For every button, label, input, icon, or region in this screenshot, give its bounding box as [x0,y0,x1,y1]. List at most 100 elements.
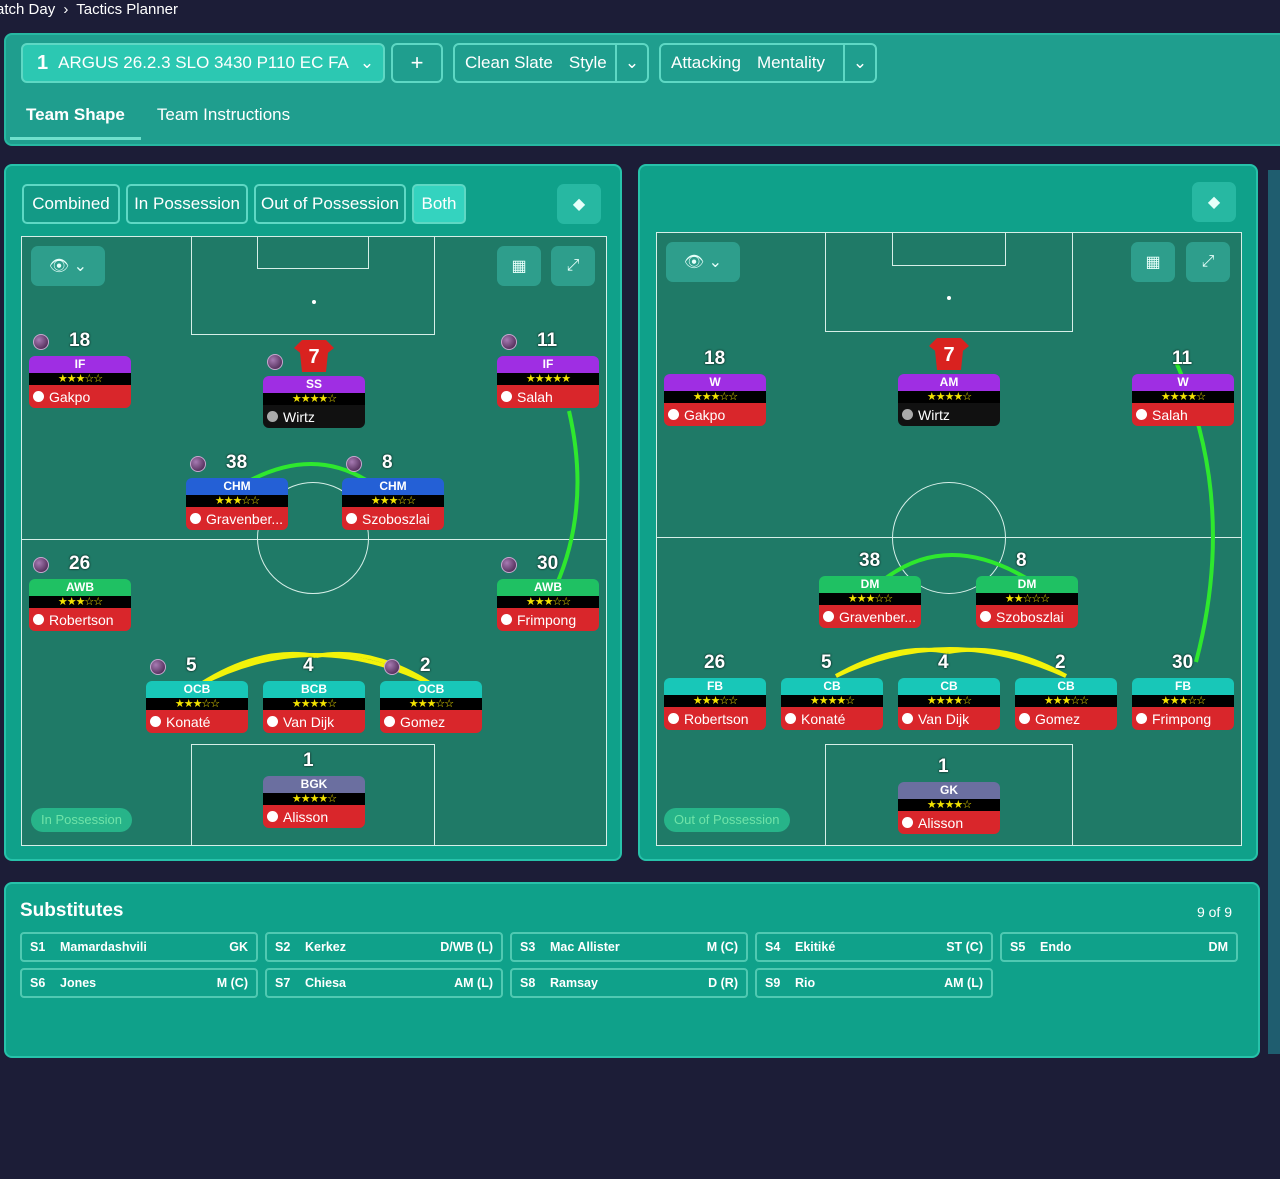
shirt-number: 38 [226,452,248,473]
player-card[interactable]: CB ★★★☆☆ Gomez [1015,678,1117,732]
player-card[interactable]: CHM ★★★☆☆ Gravenber... [186,478,288,532]
substitute-name: Chiesa [305,976,346,990]
player-card[interactable]: AWB ★★★☆☆ Frimpong [497,579,599,633]
ball-icon [33,334,49,350]
substitute-item[interactable]: S5 Endo DM [1000,932,1238,962]
tactic-header: 1 ARGUS 26.2.3 SLO 3430 P110 EC FA ⌄ + C… [4,33,1280,146]
tab-bar: Team Shape Team Instructions [10,93,306,140]
star-rating: ★★★☆☆ [29,596,131,608]
player-name-bar: Salah [497,385,599,408]
player-name: Salah [517,388,553,405]
person-icon [267,811,278,822]
view-in-possession-button[interactable]: In Possession [126,184,248,224]
breadcrumb-match-day[interactable]: atch Day [0,1,55,18]
player-name: Szoboszlai [996,608,1064,625]
add-tactic-button[interactable]: + [391,43,443,83]
substitute-position: M (C) [706,940,738,954]
player-name-bar: Alisson [898,811,1000,834]
mentality-select[interactable]: Attacking Mentality ⌄ [659,43,877,83]
role-label: FB [664,678,766,695]
substitute-item[interactable]: S4 Ekitiké ST (C) [755,932,993,962]
player-name: Konaté [166,713,211,730]
substitute-item[interactable]: S7 Chiesa AM (L) [265,968,503,998]
style-select[interactable]: Clean Slate Style ⌄ [453,43,649,83]
substitute-item[interactable]: S1 Mamardashvili GK [20,932,258,962]
player-card[interactable]: IF ★★★★★ Salah [497,356,599,410]
diamond-icon[interactable]: ◆ [557,184,601,224]
substitute-item[interactable]: S2 Kerkez D/WB (L) [265,932,503,962]
substitutes-count: 9 of 9 [1196,904,1232,920]
player-card[interactable]: W ★★★☆☆ Gakpo [664,374,766,428]
star-rating: ★★★☆☆ [186,495,288,507]
player-name-bar: Wirtz [898,403,1000,426]
player-card[interactable]: CB ★★★★☆ Konaté [781,678,883,732]
person-icon [1136,713,1147,724]
ball-icon [384,659,400,675]
player-card[interactable]: OCB ★★★☆☆ Gomez [380,681,482,735]
breadcrumb-tactics-planner[interactable]: Tactics Planner [76,1,178,18]
role-label: CB [781,678,883,695]
player-card[interactable]: DM ★★★☆☆ Gravenber... [819,576,921,630]
player-card[interactable]: BCB ★★★★☆ Van Dijk [263,681,365,735]
mentality-value: Attacking [671,53,741,72]
star-rating: ★★★★★ [497,373,599,385]
person-icon [785,713,796,724]
player-card[interactable]: OCB ★★★☆☆ Konaté [146,681,248,735]
player-card[interactable]: IF ★★★☆☆ Gakpo [29,356,131,410]
player-card[interactable]: SS ★★★★☆ Wirtz [263,376,365,430]
view-out-of-possession-button[interactable]: Out of Possession [254,184,406,224]
player-name-bar: Frimpong [497,608,599,631]
player-name: Gomez [400,713,446,730]
player-card[interactable]: AM ★★★★☆ Wirtz [898,374,1000,428]
out-of-possession-panel: ◆ 👁 ⌄ ▦ ⤢ 18 W ★★★☆☆ Gakpo 7 AM ★★★★☆ Wirtz 11 W ★… [638,164,1258,861]
substitute-item[interactable]: S9 Rio AM (L) [755,968,993,998]
tactic-select[interactable]: 1 ARGUS 26.2.3 SLO 3430 P110 EC FA ⌄ [21,43,385,83]
shirt-number: 1 [303,750,314,771]
shirt-number: 4 [303,655,314,676]
role-label: AWB [29,579,131,596]
shirt-number: 8 [382,452,393,473]
player-name-bar: Konaté [781,707,883,730]
substitute-item[interactable]: S3 Mac Allister M (C) [510,932,748,962]
star-rating: ★★★☆☆ [29,373,131,385]
view-combined-button[interactable]: Combined [22,184,120,224]
star-rating: ★★★★☆ [263,698,365,710]
style-value: Clean Slate [465,53,553,72]
shirt-number: 4 [938,652,949,673]
player-card[interactable]: FB ★★★☆☆ Frimpong [1132,678,1234,732]
player-card[interactable]: CHM ★★★☆☆ Szoboszlai [342,478,444,532]
role-label: CHM [186,478,288,495]
player-card[interactable]: GK ★★★★☆ Alisson [898,782,1000,836]
player-card[interactable]: W ★★★★☆ Salah [1132,374,1234,428]
role-label: BGK [263,776,365,793]
player-name-bar: Robertson [29,608,131,631]
substitute-name: Ekitiké [795,940,836,954]
view-both-button[interactable]: Both [412,184,466,224]
person-icon [384,716,395,727]
pitch-right: 👁 ⌄ ▦ ⤢ 18 W ★★★☆☆ Gakpo 7 AM ★★★★☆ Wirtz 11 W ★★★… [656,232,1242,846]
person-icon [190,513,201,524]
substitute-position: D (R) [708,976,738,990]
ball-icon [33,557,49,573]
tab-team-instructions[interactable]: Team Instructions [141,93,306,140]
shirt-number: 18 [69,330,91,351]
role-label: DM [976,576,1078,593]
player-card[interactable]: BGK ★★★★☆ Alisson [263,776,365,830]
role-label: FB [1132,678,1234,695]
substitute-item[interactable]: S8 Ramsay D (R) [510,968,748,998]
role-label: GK [898,782,1000,799]
shirt-number: 1 [938,756,949,777]
role-label: AWB [497,579,599,596]
diamond-icon[interactable]: ◆ [1192,182,1236,222]
player-name-bar: Gomez [380,710,482,733]
player-card[interactable]: CB ★★★★☆ Van Dijk [898,678,1000,732]
role-label: DM [819,576,921,593]
substitute-position: D/WB (L) [440,940,493,954]
tab-team-shape[interactable]: Team Shape [10,93,141,140]
player-card[interactable]: AWB ★★★☆☆ Robertson [29,579,131,633]
substitute-item[interactable]: S6 Jones M (C) [20,968,258,998]
player-name: Van Dijk [918,710,970,727]
player-card[interactable]: FB ★★★☆☆ Robertson [664,678,766,732]
player-card[interactable]: DM ★★☆☆☆ Szoboszlai [976,576,1078,630]
substitute-slot: S8 [520,976,536,990]
